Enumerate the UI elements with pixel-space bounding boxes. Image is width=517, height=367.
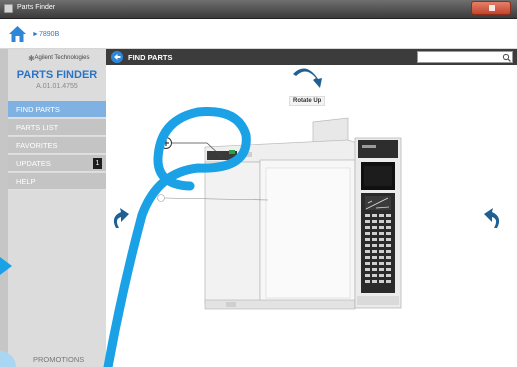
sidebar-item-help[interactable]: HELP (8, 173, 106, 190)
sidebar-item-favorites[interactable]: FAVORITES (8, 137, 106, 154)
left-edge-strip (0, 49, 8, 367)
app-title: PARTS FINDER (16, 69, 98, 81)
search-input[interactable] (417, 51, 513, 63)
search-icon[interactable] (502, 53, 511, 62)
brand-name: Agilent Technologies (34, 55, 90, 61)
instrument-viewer[interactable] (106, 65, 517, 367)
title-bar: Parts Finder (0, 0, 517, 19)
app-window: Parts Finder ► 7890B ✱ Agilent Technolog… (0, 0, 517, 367)
app-icon (4, 4, 13, 13)
nav-bar: ► 7890B (0, 19, 517, 49)
updates-count-badge: 1 (93, 158, 102, 169)
sidebar-item-label: FIND PARTS (16, 105, 60, 114)
back-arrow-icon[interactable] (111, 51, 123, 63)
window-title: Parts Finder (17, 4, 56, 11)
sidebar-item-label: UPDATES (16, 159, 51, 168)
home-icon[interactable] (8, 25, 27, 43)
sidebar-item-promotions[interactable]: PROMOTIONS (8, 355, 106, 364)
sidebar-item-find-parts[interactable]: FIND PARTS (8, 101, 106, 118)
sidebar-item-label: FAVORITES (16, 141, 58, 150)
sidebar: ✱ Agilent Technologies PARTS FINDER A.01… (8, 49, 106, 367)
main-header: FIND PARTS (106, 49, 517, 65)
app-version: A.01.01.4755 (36, 83, 78, 90)
page-title: FIND PARTS (128, 53, 173, 62)
breadcrumb-item[interactable]: 7890B (39, 31, 59, 38)
sidebar-item-updates[interactable]: UPDATES 1 (8, 155, 106, 172)
sidebar-item-label: HELP (16, 177, 36, 186)
sidebar-item-label: PARTS LIST (16, 123, 59, 132)
sidebar-item-parts-list[interactable]: PARTS LIST (8, 119, 106, 136)
close-window-button[interactable] (471, 1, 511, 15)
breadcrumb-separator: ► (32, 31, 39, 38)
rotate-up-label[interactable]: Rotate Up (289, 96, 326, 106)
